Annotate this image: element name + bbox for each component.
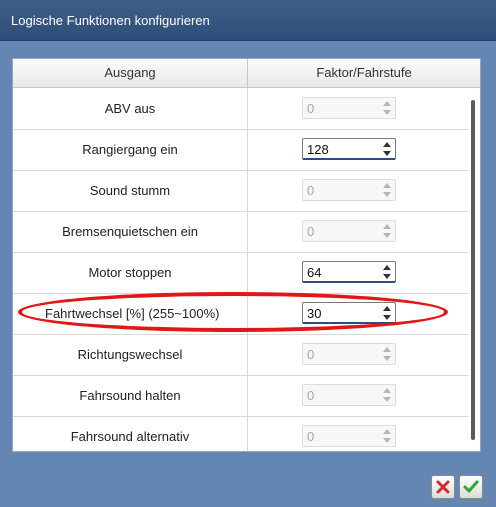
ok-button[interactable] [459, 475, 483, 499]
column-header-faktor[interactable]: Faktor/Fahrstufe [248, 59, 480, 87]
table-row-bremsenquietschen: Bremsenquietschen ein [13, 211, 468, 253]
value-input[interactable] [303, 303, 377, 323]
table-row-motor-stoppen: Motor stoppen [13, 252, 468, 294]
scrollbar-thumb[interactable] [471, 100, 475, 440]
close-icon [436, 480, 450, 494]
row-label: Rangiergang ein [13, 129, 248, 170]
value-spinner[interactable] [302, 302, 396, 324]
value-spinner [302, 97, 396, 119]
value-input[interactable] [303, 262, 377, 282]
check-icon [463, 480, 479, 493]
value-input[interactable] [303, 139, 377, 159]
spinner-arrows-icon [382, 223, 392, 239]
spinner-arrows-icon [382, 387, 392, 403]
cancel-button[interactable] [431, 475, 455, 499]
spinner-arrows-icon[interactable] [382, 141, 392, 157]
value-spinner [302, 220, 396, 242]
table-row-rangiergang: Rangiergang ein [13, 129, 468, 171]
spinner-arrows-icon [382, 100, 392, 116]
table-row-fahrtwechsel: Fahrtwechsel [%] (255~100%) [13, 293, 468, 335]
table-row-fahrsound-alternativ: Fahrsound alternativ [13, 416, 468, 451]
spinner-arrows-icon[interactable] [382, 264, 392, 280]
value-input [303, 385, 377, 405]
row-label: Bremsenquietschen ein [13, 211, 248, 252]
value-input [303, 221, 377, 241]
row-label: Fahrsound alternativ [13, 416, 248, 451]
row-label: Fahrsound halten [13, 375, 248, 416]
spinner-arrows-icon [382, 346, 392, 362]
row-label: Motor stoppen [13, 252, 248, 293]
row-label: Richtungswechsel [13, 334, 248, 375]
table-row-richtungswechsel: Richtungswechsel [13, 334, 468, 376]
value-input [303, 180, 377, 200]
column-header-ausgang[interactable]: Ausgang [13, 59, 248, 87]
table-row-fahrsound-halten: Fahrsound halten [13, 375, 468, 417]
value-spinner [302, 425, 396, 447]
value-input [303, 426, 377, 446]
row-label: Sound stumm [13, 170, 248, 211]
table-row-abv-aus: ABV aus [13, 88, 468, 130]
spinner-arrows-icon[interactable] [382, 305, 392, 321]
row-label: ABV aus [13, 88, 248, 129]
row-label: Fahrtwechsel [%] (255~100%) [13, 293, 248, 334]
value-input [303, 98, 377, 118]
function-table: Ausgang Faktor/Fahrstufe ABV aus Rangier… [12, 58, 481, 452]
value-spinner [302, 179, 396, 201]
spinner-arrows-icon [382, 428, 392, 444]
table-row-sound-stumm: Sound stumm [13, 170, 468, 212]
vertical-scrollbar[interactable] [468, 88, 480, 451]
title-bar: Logische Funktionen konfigurieren [0, 0, 496, 41]
window-title: Logische Funktionen konfigurieren [11, 13, 210, 28]
value-input [303, 344, 377, 364]
value-spinner [302, 384, 396, 406]
value-spinner[interactable] [302, 138, 396, 160]
value-spinner[interactable] [302, 261, 396, 283]
spinner-arrows-icon [382, 182, 392, 198]
table-header: Ausgang Faktor/Fahrstufe [13, 59, 480, 88]
value-spinner [302, 343, 396, 365]
